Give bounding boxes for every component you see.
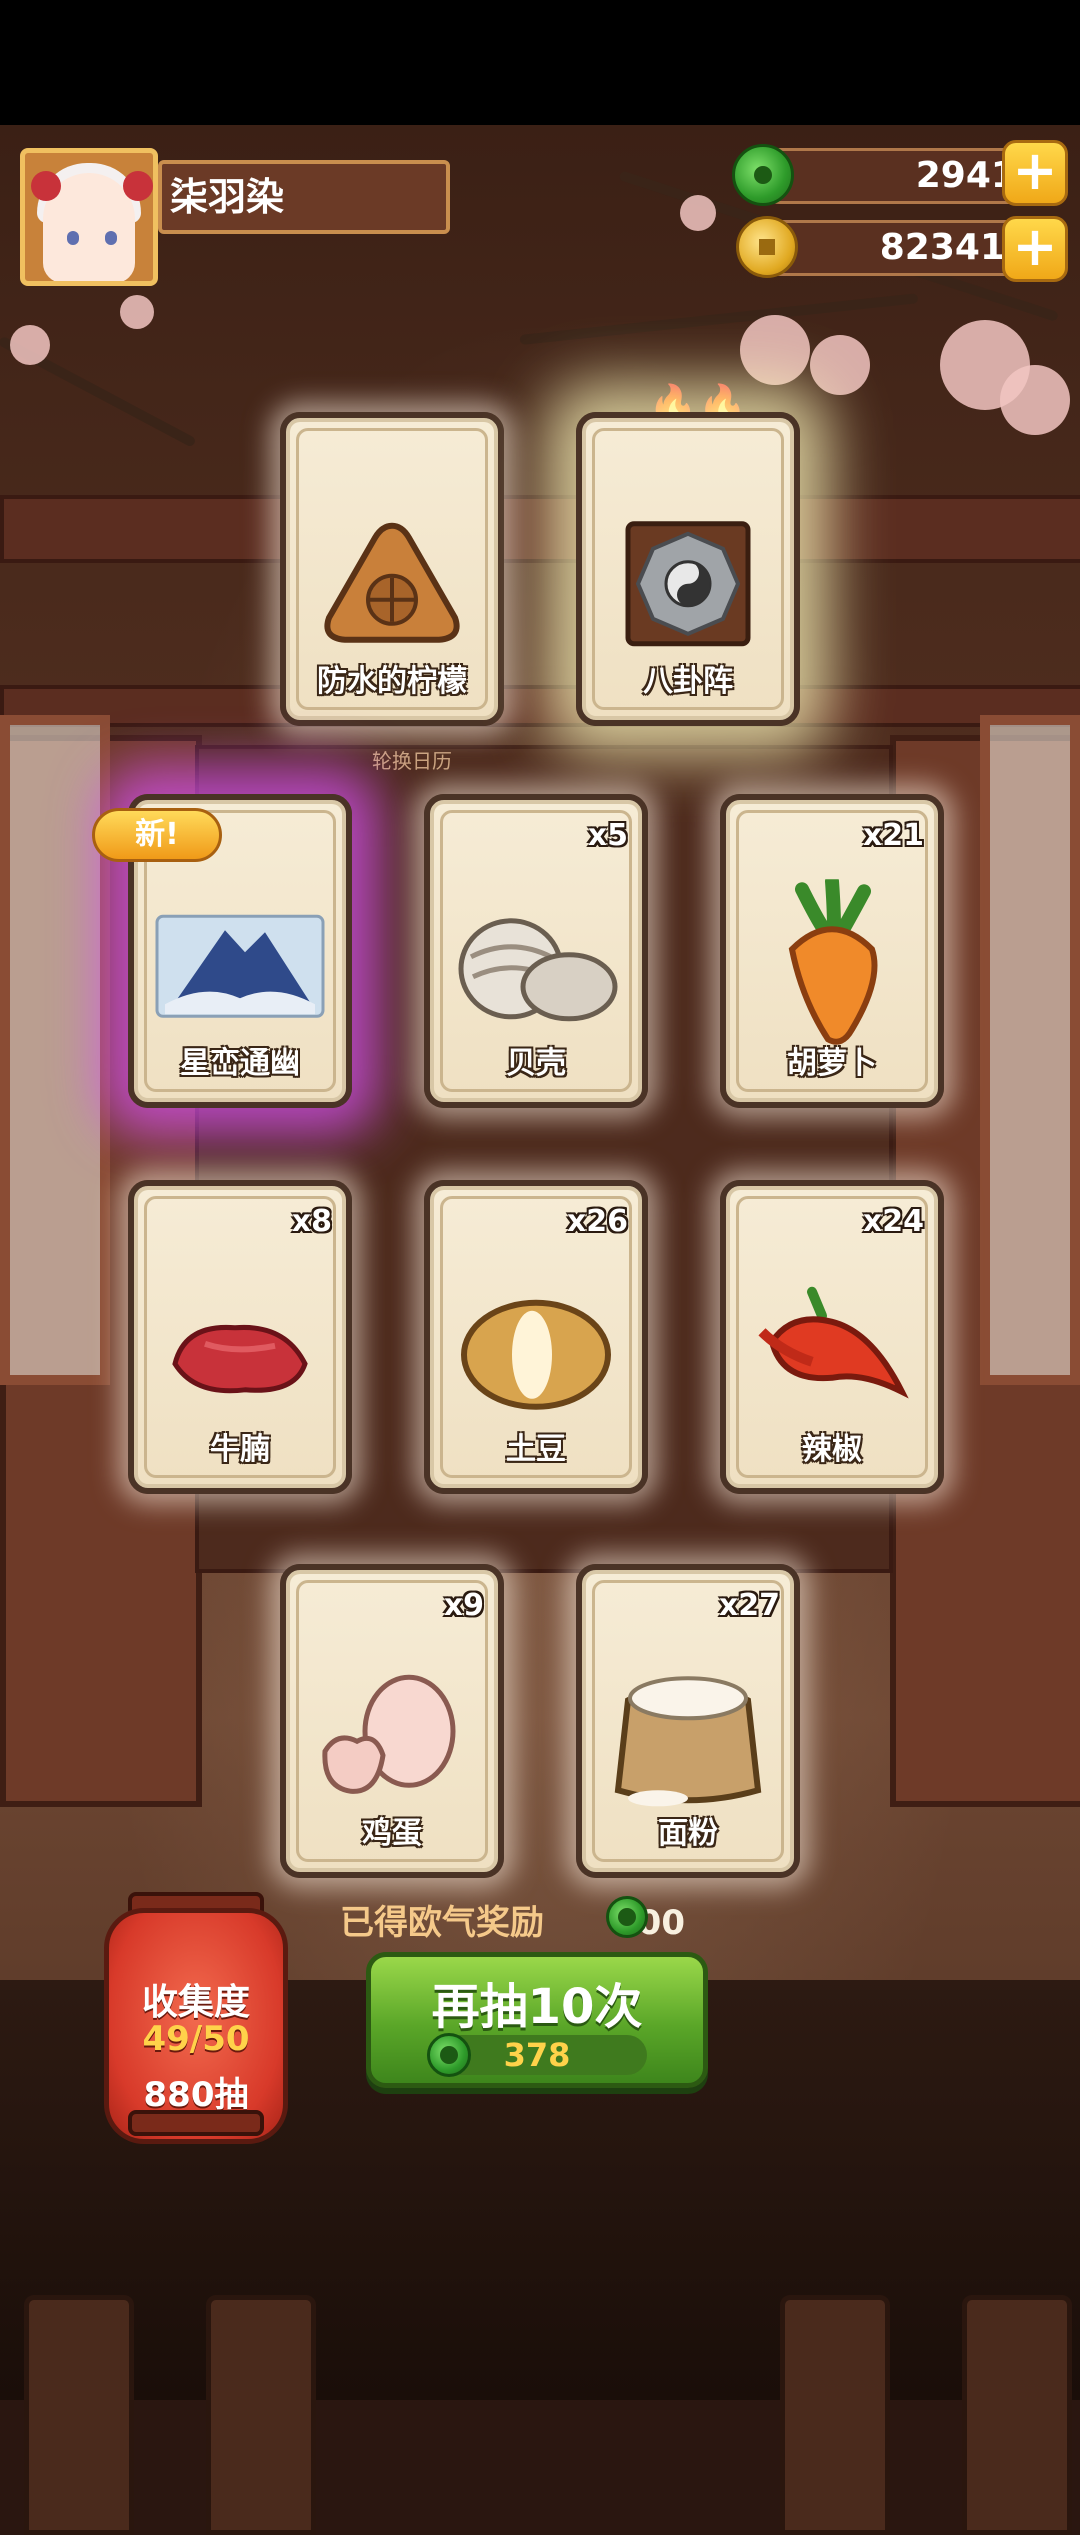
carrot-icon — [762, 874, 902, 1053]
triangle-cake-icon — [317, 514, 467, 658]
player-name: 柒羽染 — [158, 160, 450, 234]
card-label: 星峦通幽 — [180, 1046, 300, 1081]
rotation-calendar-caption: 轮换日历 — [372, 749, 452, 773]
roof-beam — [0, 495, 1080, 563]
card-label: 八卦阵 — [643, 664, 733, 699]
blossom — [740, 315, 810, 385]
mountain-scroll-icon — [155, 912, 325, 1026]
collection-title: 收集度 — [141, 1982, 250, 2023]
collection-lantern[interactable]: 收集度 49/50 880抽 — [104, 1908, 288, 2144]
jade-icon — [732, 144, 794, 206]
blossom — [1000, 365, 1070, 435]
avatar-eye — [105, 231, 117, 245]
collection-progress: 49/50 — [142, 2019, 250, 2059]
draw-cost: 378 — [503, 2036, 571, 2074]
fence-post — [780, 2295, 890, 2535]
card-label: 贝壳 — [506, 1046, 566, 1081]
card-label: 面粉 — [658, 1816, 718, 1851]
bagua-icon — [618, 514, 758, 658]
item-count: x24 — [862, 1204, 924, 1239]
beef-icon — [165, 1304, 315, 1408]
new-badge: 新! — [92, 808, 222, 862]
window-lattice-right — [980, 715, 1080, 1385]
blossom — [10, 325, 50, 365]
item-count: x5 — [587, 818, 628, 853]
item-count: x27 — [718, 1588, 780, 1623]
egg-icon — [317, 1671, 467, 1805]
card-label: 鸡蛋 — [362, 1816, 422, 1851]
reward-card-beef[interactable]: x8 牛腩 — [128, 1180, 352, 1494]
fence-post — [206, 2295, 316, 2535]
reward-card-potato[interactable]: x26 土豆 — [424, 1180, 648, 1494]
reward-card-chili[interactable]: x24 辣椒 — [720, 1180, 944, 1494]
blossom-branch — [519, 293, 919, 345]
reward-card-flour[interactable]: x27 面粉 — [576, 1564, 800, 1878]
fence-post — [24, 2295, 134, 2535]
add-coin-button[interactable]: + — [1002, 216, 1068, 282]
card-label: 土豆 — [506, 1432, 566, 1467]
flour-sack-icon — [608, 1660, 768, 1814]
lantern-base — [128, 2110, 264, 2136]
blossom — [680, 195, 716, 231]
item-count: x9 — [443, 1588, 484, 1623]
avatar-eye — [67, 231, 79, 245]
chili-icon — [752, 1282, 912, 1426]
item-count: x26 — [566, 1204, 628, 1239]
roof-beam — [0, 685, 1080, 727]
fence-post — [962, 2295, 1072, 2535]
card-label: 牛腩 — [210, 1432, 270, 1467]
coin-icon — [736, 216, 798, 278]
item-count: x21 — [862, 818, 924, 853]
reward-card-shell[interactable]: x5 贝壳 — [424, 794, 648, 1108]
draw-button-label: 再抽10次 — [431, 1979, 643, 2035]
potato-icon — [456, 1293, 616, 1417]
blossom — [120, 295, 154, 329]
shell-icon — [451, 907, 621, 1031]
jade-icon — [606, 1896, 648, 1938]
draw-ten-button[interactable]: 再抽10次 378 — [366, 1952, 708, 2088]
add-jade-button[interactable]: + — [1002, 140, 1068, 206]
luck-reward-text: 已得欧气奖励 — [340, 1903, 544, 1943]
card-label: 胡萝卜 — [787, 1046, 877, 1081]
player-avatar[interactable] — [20, 148, 158, 286]
status-bar — [0, 0, 1080, 125]
collection-draws: 880抽 — [143, 2075, 249, 2115]
reward-card-egg[interactable]: x9 鸡蛋 — [280, 1564, 504, 1878]
reward-card-carrot[interactable]: x21 胡萝卜 — [720, 794, 944, 1108]
blossom — [810, 335, 870, 395]
card-label: 防水的柠檬 — [317, 664, 467, 699]
avatar-bow — [123, 171, 153, 201]
reward-card-lemon[interactable]: 防水的柠檬 — [280, 412, 504, 726]
avatar-bow — [31, 171, 61, 201]
reward-card-bagua[interactable]: 八卦阵 — [576, 412, 800, 726]
card-label: 辣椒 — [802, 1432, 862, 1467]
item-count: x8 — [291, 1204, 332, 1239]
window-lattice-left — [0, 715, 110, 1385]
